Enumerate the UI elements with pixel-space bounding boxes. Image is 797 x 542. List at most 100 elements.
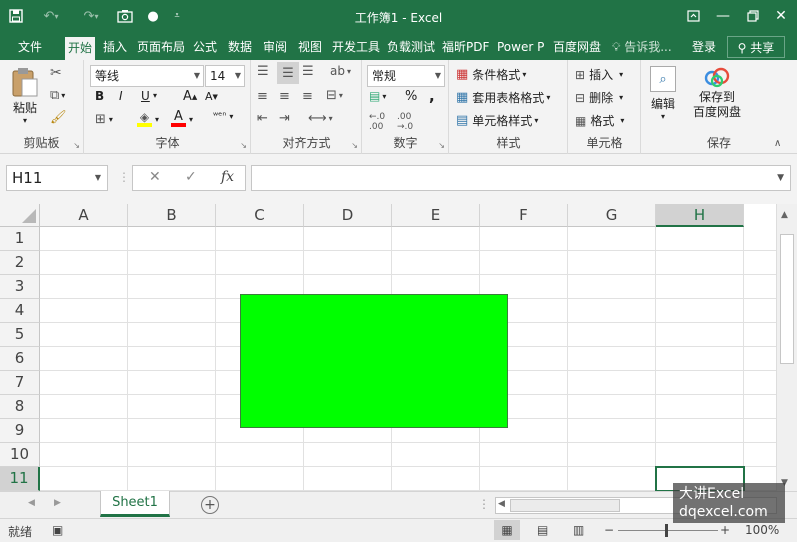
row-header-8[interactable]: 8 <box>0 395 40 419</box>
worksheet-grid[interactable]: ABCDEFGH 1 2 3 4 5 6 7 8 9 10 11 <box>0 204 776 491</box>
align-middle-icon[interactable]: ☰ <box>277 62 299 84</box>
bold-button[interactable]: B <box>95 89 104 103</box>
comma-style-button[interactable]: , <box>429 87 435 105</box>
copy-button[interactable]: ⧉ ▾ <box>50 88 65 103</box>
delete-cells-button[interactable]: ⊟ 删除 ▾ <box>575 89 623 106</box>
border-button[interactable]: ⊞ ▾ <box>95 112 113 127</box>
align-top-icon[interactable]: ☰ <box>257 64 269 79</box>
restore-icon[interactable] <box>738 4 768 28</box>
merge-center-icon[interactable]: ⟷ ▾ <box>308 111 333 126</box>
login-button[interactable]: 登录 <box>692 34 716 60</box>
ribbon-display-icon[interactable] <box>678 4 708 28</box>
select-all-button[interactable] <box>0 204 40 227</box>
alignment-launcher-icon[interactable]: ↘ <box>351 141 358 150</box>
share-button[interactable]: ⚲ 共享 <box>727 36 785 58</box>
accounting-format-icon[interactable]: ▤ ▾ <box>369 89 386 103</box>
increase-font-icon[interactable]: A ▲ <box>183 89 197 104</box>
number-launcher-icon[interactable]: ↘ <box>438 141 445 150</box>
align-center-icon[interactable]: ≡ <box>279 89 290 104</box>
row-header-7[interactable]: 7 <box>0 371 40 395</box>
close-icon[interactable]: ✕ <box>766 4 796 28</box>
tell-me-search[interactable]: 💡︎ 告诉我... <box>612 34 672 60</box>
tab-view[interactable]: 视图 <box>298 34 322 60</box>
format-cells-button[interactable]: ▦ 格式 ▾ <box>575 112 624 129</box>
underline-dropdown-icon[interactable]: ▾ <box>153 91 157 100</box>
align-right-icon[interactable]: ≡ <box>302 89 313 104</box>
vertical-scroll-thumb[interactable] <box>780 234 794 364</box>
conditional-formatting-button[interactable]: ▦ 条件格式 ▾ <box>456 66 526 83</box>
tab-load-test[interactable]: 负载测试 <box>387 34 435 60</box>
page-layout-view-icon[interactable]: ▤ <box>537 523 548 537</box>
row-header-5[interactable]: 5 <box>0 323 40 347</box>
sheet-tab-sheet1[interactable]: Sheet1 <box>100 491 170 517</box>
increase-indent-icon[interactable]: ⇥ <box>279 111 290 126</box>
font-size-dropdown[interactable]: 14 ▼ <box>205 65 245 87</box>
row-header-1[interactable]: 1 <box>0 227 40 251</box>
zoom-out-icon[interactable]: − <box>604 523 614 537</box>
clipboard-launcher-icon[interactable]: ↘ <box>73 141 80 150</box>
column-header-f[interactable]: F <box>480 204 568 227</box>
font-name-dropdown[interactable]: 等线 ▼ <box>90 65 204 87</box>
paste-button[interactable]: 粘贴 ▾ <box>10 66 40 125</box>
column-header-c[interactable]: C <box>216 204 304 227</box>
tab-developer[interactable]: 开发工具 <box>332 34 380 60</box>
scroll-up-icon[interactable]: ▲ <box>781 210 788 220</box>
column-header-a[interactable]: A <box>40 204 128 227</box>
zoom-in-icon[interactable]: + <box>720 523 730 537</box>
vertical-scrollbar[interactable]: ▲ ▼ <box>776 204 797 491</box>
decrease-decimal-icon[interactable]: .00 →.0 <box>397 112 413 132</box>
minimize-icon[interactable]: — <box>708 4 738 28</box>
row-header-9[interactable]: 9 <box>0 419 40 443</box>
scroll-left-icon[interactable]: ◀ <box>498 499 505 509</box>
tab-insert[interactable]: 插入 <box>103 34 127 60</box>
name-box[interactable]: H11 ▼ <box>6 165 108 191</box>
formula-input[interactable]: ▼ <box>251 165 791 191</box>
formula-splitter-icon[interactable]: ⋮ <box>118 170 130 184</box>
page-break-view-icon[interactable]: ▥ <box>573 523 584 537</box>
tab-data[interactable]: 数据 <box>228 34 252 60</box>
font-launcher-icon[interactable]: ↘ <box>240 141 247 150</box>
next-sheet-icon[interactable]: ▶ <box>54 498 61 508</box>
tab-home[interactable]: 开始 <box>65 37 96 60</box>
tab-splitter-icon[interactable]: ⋮ <box>478 497 490 511</box>
wrap-text-icon[interactable]: ⊟ ▾ <box>326 88 343 103</box>
fill-color-button[interactable]: ◈ ▾ <box>137 111 159 127</box>
row-header-2[interactable]: 2 <box>0 251 40 275</box>
row-header-6[interactable]: 6 <box>0 347 40 371</box>
phonetic-guide-icon[interactable]: ʷᵉⁿ ▾ <box>213 111 233 122</box>
zoom-slider-thumb[interactable] <box>665 524 668 537</box>
orientation-icon[interactable]: ab ▾ <box>330 64 351 78</box>
percent-style-button[interactable]: % <box>405 89 417 104</box>
column-header-d[interactable]: D <box>304 204 392 227</box>
column-header-h[interactable]: H <box>656 204 744 227</box>
zoom-level[interactable]: 100% <box>745 523 779 537</box>
editing-button[interactable]: ⌕ 编辑 ▾ <box>650 66 676 121</box>
tab-baidu-netdisk[interactable]: 百度网盘 <box>553 34 601 60</box>
prev-sheet-icon[interactable]: ◀ <box>28 498 35 508</box>
row-header-10[interactable]: 10 <box>0 443 40 467</box>
align-bottom-icon[interactable]: ☰ <box>302 64 314 79</box>
tab-foxit-pdf[interactable]: 福昕PDF <box>442 34 489 60</box>
tab-formulas[interactable]: 公式 <box>193 34 217 60</box>
normal-view-icon[interactable]: ▦ <box>494 520 520 540</box>
underline-button[interactable]: U <box>141 89 150 103</box>
decrease-font-icon[interactable]: A ▼ <box>205 90 218 103</box>
enter-icon[interactable]: ✓ <box>185 169 197 185</box>
tab-power-pivot[interactable]: Power P <box>497 34 544 60</box>
add-sheet-icon[interactable]: + <box>201 496 219 514</box>
cut-button[interactable]: ✂ <box>50 65 62 81</box>
expand-formula-icon[interactable]: ▼ <box>777 173 784 183</box>
cell-styles-button[interactable]: ▤ 单元格样式 ▾ <box>456 112 538 129</box>
align-left-icon[interactable]: ≡ <box>257 89 268 104</box>
cancel-icon[interactable]: ✕ <box>149 169 161 185</box>
green-rectangle-shape[interactable] <box>240 294 508 428</box>
increase-decimal-icon[interactable]: ←.0.00 <box>369 112 385 132</box>
tab-review[interactable]: 审阅 <box>263 34 287 60</box>
column-header-g[interactable]: G <box>568 204 656 227</box>
font-color-button[interactable]: A ▾ <box>171 110 193 127</box>
decrease-indent-icon[interactable]: ⇤ <box>257 111 268 126</box>
row-header-3[interactable]: 3 <box>0 275 40 299</box>
format-painter-button[interactable]: 🖌︎ <box>50 110 67 125</box>
number-format-dropdown[interactable]: 常规 ▼ <box>367 65 445 87</box>
column-header-b[interactable]: B <box>128 204 216 227</box>
